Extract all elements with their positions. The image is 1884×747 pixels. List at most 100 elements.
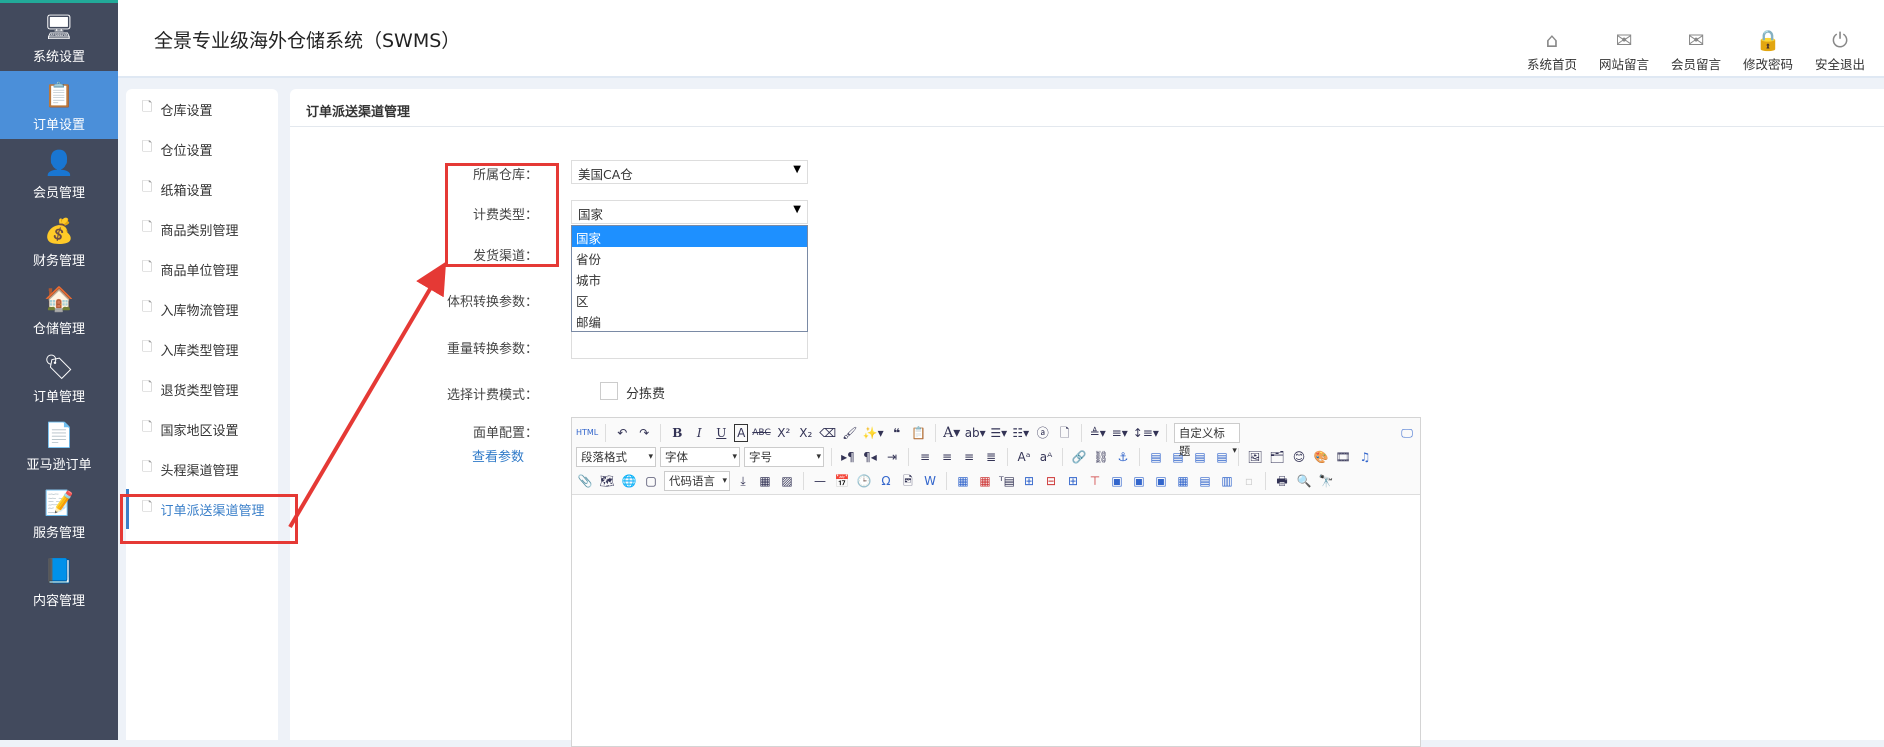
insert-paragraph-before-table-icon[interactable]: ᵀ▤ [998,471,1016,491]
custom-title-select[interactable]: 自定义标题 [1173,423,1240,460]
dropdown-option[interactable]: 邮编 [572,310,807,331]
ltr-icon[interactable]: ▸¶ [839,447,857,467]
attachment-icon[interactable]: 📎 [576,471,594,491]
sidebar-item-6[interactable]: 📄 亚马逊订单 [0,411,118,479]
gmap-icon[interactable]: 🌐 [620,471,638,491]
unordered-list-icon[interactable]: ☷▾ [1012,423,1030,443]
eraser-icon[interactable]: ⌫ [819,423,837,443]
merge-cells-icon[interactable]: ▣ [1108,471,1126,491]
row-spacing-bottom-icon[interactable]: ≡▾ [1111,423,1129,443]
search-replace-icon[interactable]: 🔭 [1317,471,1335,491]
line-height-icon[interactable]: ↕≡▾ [1133,423,1159,443]
italic-icon[interactable]: I [690,423,708,443]
multi-image-icon[interactable]: 🗂 [1268,447,1286,467]
word-paste-icon[interactable]: W [921,471,939,491]
split-cols-icon[interactable]: ▥ [1218,471,1236,491]
image-none-icon[interactable]: ▤ [1147,447,1165,467]
topnav-envelope[interactable]: ✉ 网站留言 [1588,28,1660,73]
map-icon[interactable]: 🗺 [598,471,616,491]
ordered-list-icon[interactable]: ☰▾ [990,423,1008,443]
delete-table-icon[interactable]: ▦ [976,471,994,491]
bold-icon[interactable]: B [668,423,686,443]
menu-item[interactable]: 🗋 国家地区设置 [126,409,278,449]
split-cells-icon[interactable]: ▦ [1174,471,1192,491]
subscript-icon[interactable]: X₂ [797,423,815,443]
preview-icon[interactable]: 🔍 [1295,471,1313,491]
row-spacing-top-icon[interactable]: ≜▾ [1089,423,1107,443]
menu-item[interactable]: 🗋 入库类型管理 [126,329,278,369]
select-all-icon[interactable]: ⓐ [1034,423,1052,443]
merge-down-icon[interactable]: ▣ [1152,471,1170,491]
redo-icon[interactable]: ↷ [635,423,653,443]
fullscreen-icon[interactable]: 🖵 [1398,423,1416,443]
topnav-power[interactable]: ⏻ 安全退出 [1804,28,1876,73]
background-icon[interactable]: ▨ [778,471,796,491]
menu-item[interactable]: 🗋 仓库设置 [126,89,278,129]
topnav-envelope[interactable]: ✉ 会员留言 [1660,28,1732,73]
align-left-icon[interactable]: ≡ [916,447,934,467]
delete-row-icon[interactable]: ⊟ [1042,471,1060,491]
sidebar-item-2[interactable]: 👤 会员管理 [0,139,118,207]
sidebar-item-3[interactable]: 💰 财务管理 [0,207,118,275]
time-icon[interactable]: 🕒 [855,471,873,491]
menu-item[interactable]: 🗋 商品类别管理 [126,209,278,249]
menu-item[interactable]: 🗋 头程渠道管理 [126,449,278,489]
dropdown-option[interactable]: 城市 [572,268,807,289]
image-center-icon[interactable]: ▤ [1213,447,1231,467]
video-icon[interactable]: 🎞 [1334,447,1352,467]
menu-item[interactable]: 🗋 仓位设置 [126,129,278,169]
align-center-icon[interactable]: ≡ [938,447,956,467]
undo-icon[interactable]: ↶ [613,423,631,443]
uppercase-icon[interactable]: Aᵃ [1015,447,1033,467]
strikethrough-icon[interactable]: ABC [752,423,770,443]
superscript-icon[interactable]: X² [775,423,793,443]
link-icon[interactable]: 🔗 [1070,447,1088,467]
dropdown-option[interactable]: 区 [572,289,807,310]
editor-content-area[interactable] [572,495,1420,745]
image-right-icon[interactable]: ▤ [1191,447,1209,467]
split-rows-icon[interactable]: ▤ [1196,471,1214,491]
insert-table-icon[interactable]: ▦ [954,471,972,491]
charts-icon[interactable]: ▫ [1240,471,1258,491]
sorting-fee-checkbox[interactable] [600,382,618,400]
page-break-icon[interactable]: ⤓ [734,471,752,491]
sidebar-item-7[interactable]: 📝 服务管理 [0,479,118,547]
format-brush-icon[interactable]: 🖌 [841,423,859,443]
lowercase-icon[interactable]: aᴬ [1037,447,1055,467]
print-icon[interactable]: 🖶 [1273,471,1291,491]
menu-item[interactable]: 🗋 订单派送渠道管理 [126,489,278,529]
clear-doc-icon[interactable]: 🗋 [1056,423,1074,443]
sidebar-item-4[interactable]: 🏠 仓储管理 [0,275,118,343]
warehouse-select[interactable]: 美国CA仓 ▼ [571,160,808,184]
dropdown-option[interactable]: 国家 [572,226,807,247]
font-color-icon[interactable]: A▾ [943,423,961,443]
billing-type-select[interactable]: 国家 ▼ [571,200,808,224]
justify-icon[interactable]: ≣ [982,447,1000,467]
anchor-icon[interactable]: ⚓ [1114,447,1132,467]
date-icon[interactable]: 📅 [833,471,851,491]
menu-item[interactable]: 🗋 纸箱设置 [126,169,278,209]
menu-item[interactable]: 🗋 商品单位管理 [126,249,278,289]
paragraph-format-select[interactable]: 段落格式 [576,447,656,467]
blockquote-icon[interactable]: ❝ [888,423,906,443]
font-family-select[interactable]: 字体 [660,447,740,467]
menu-item[interactable]: 🗋 退货类型管理 [126,369,278,409]
sidebar-item-8[interactable]: 📘 内容管理 [0,547,118,615]
dropdown-option[interactable]: 省份 [572,247,807,268]
view-params-link[interactable]: 查看参数 [472,446,524,465]
rtl-icon[interactable]: ¶◂ [861,447,879,467]
sidebar-item-5[interactable]: 🏷 订单管理 [0,343,118,411]
sidebar-item-1[interactable]: 📋 订单设置 [0,71,118,139]
indent-icon[interactable]: ⇥ [883,447,901,467]
code-language-select[interactable]: 代码语言 [664,471,730,491]
highlight-icon[interactable]: ab▾ [965,423,986,443]
auto-format-icon[interactable]: ✨▾ [863,423,884,443]
iframe-icon[interactable]: ▢ [642,471,660,491]
paste-plain-icon[interactable]: 📋 [910,423,928,443]
weight-input[interactable] [571,331,808,359]
insert-col-icon[interactable]: ⊞ [1064,471,1082,491]
merge-right-icon[interactable]: ▣ [1130,471,1148,491]
font-border-icon[interactable]: A [734,424,749,442]
special-chars-icon[interactable]: Ω [877,471,895,491]
music-icon[interactable]: ♫ [1356,447,1374,467]
